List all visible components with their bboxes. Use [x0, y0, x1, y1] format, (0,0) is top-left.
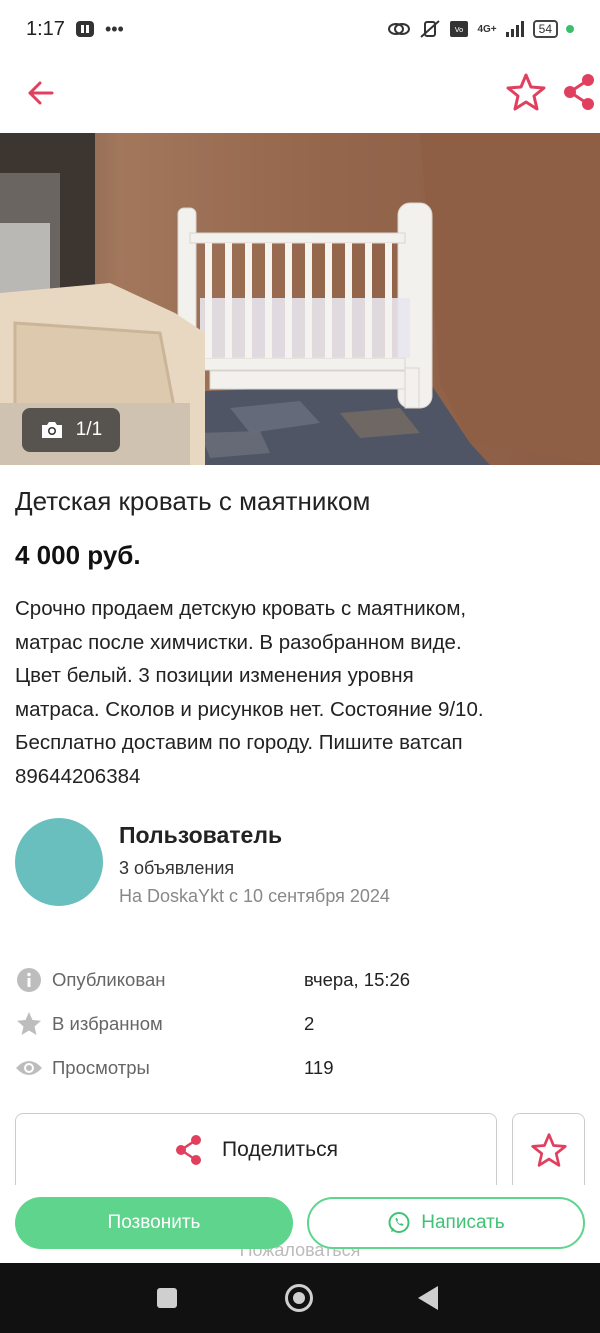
status-left: 1:17 ••• [26, 18, 124, 41]
seller-ads-count[interactable]: 3 объявления [119, 858, 234, 879]
stat-label: В избранном [52, 1013, 163, 1034]
seller-name[interactable]: Пользователь [119, 822, 282, 849]
favorite-button[interactable] [505, 71, 547, 113]
call-button-label: Позвонить [107, 1212, 201, 1233]
privacy-indicator [566, 25, 574, 33]
vibrate-off-icon [420, 20, 441, 38]
volte-icon: Vo [450, 21, 469, 37]
eye-icon [15, 1054, 43, 1082]
seller-member-since: На DoskaYkt с 10 сентября 2024 [119, 886, 390, 906]
write-button-label: Написать [421, 1212, 505, 1233]
star-outline-icon [530, 1132, 567, 1167]
listing-description: Срочно продаем детскую кровать с маятник… [15, 597, 484, 788]
battery-level: 54 [538, 22, 552, 36]
stat-label: Опубликован [52, 969, 166, 990]
camera-icon [41, 422, 62, 438]
status-time: 1:17 [26, 17, 65, 40]
share-icon [564, 74, 594, 110]
info-icon [15, 966, 43, 994]
svg-text:Vo: Vo [455, 26, 464, 34]
stat-value: 119 [304, 1057, 334, 1078]
recent-apps-button[interactable] [157, 1288, 177, 1308]
write-button[interactable]: Написать [307, 1197, 585, 1249]
listing-price: 4 000 руб. [15, 540, 141, 570]
stat-value: 2 [304, 1013, 315, 1034]
share-button[interactable] [560, 71, 600, 113]
app-notification-icon [75, 21, 94, 37]
home-button[interactable] [285, 1284, 313, 1312]
stat-favorites: В избранном 2 [15, 1002, 585, 1046]
stat-label: Просмотры [52, 1057, 150, 1078]
whatsapp-icon [388, 1212, 410, 1233]
back-button[interactable] [20, 72, 62, 114]
share-icon [176, 1134, 202, 1165]
add-to-favorites-button[interactable] [512, 1113, 585, 1185]
star-outline-icon [506, 73, 546, 111]
battery-icon: 54 [532, 20, 558, 38]
more-notifications-icon: ••• [104, 18, 124, 39]
avatar[interactable] [15, 818, 103, 906]
app-bar [0, 58, 600, 128]
star-icon [15, 1010, 43, 1038]
share-listing-button[interactable]: Поделиться [15, 1113, 497, 1185]
status-right: Vo 4G+ 54 [387, 19, 574, 39]
call-button[interactable]: Позвонить [15, 1197, 293, 1249]
stat-published: Опубликован вчера, 15:26 [15, 958, 585, 1002]
system-nav-bar [0, 1263, 600, 1333]
link-icon [388, 23, 411, 35]
arrow-left-icon [28, 81, 54, 105]
network-type: 4G+ [477, 23, 497, 35]
stat-views: Просмотры 119 [15, 1046, 585, 1090]
signal-icon [505, 21, 524, 37]
listing-photo[interactable]: 1/1 [0, 133, 600, 465]
listing-title: Детская кровать с маятником [15, 486, 371, 516]
status-bar: 1:17 ••• Vo 4G+ 54 [0, 0, 600, 58]
photo-counter: 1/1 [22, 408, 120, 452]
stat-value: вчера, 15:26 [304, 969, 411, 990]
share-listing-label: Поделиться [222, 1137, 338, 1161]
listing-stats: Опубликован вчера, 15:26 В избранном 2 П… [15, 958, 585, 1090]
system-back-button[interactable] [418, 1286, 438, 1310]
seller-card[interactable]: Пользователь 3 объявления На DoskaYkt с … [15, 818, 585, 910]
photo-counter-text: 1/1 [75, 419, 103, 440]
